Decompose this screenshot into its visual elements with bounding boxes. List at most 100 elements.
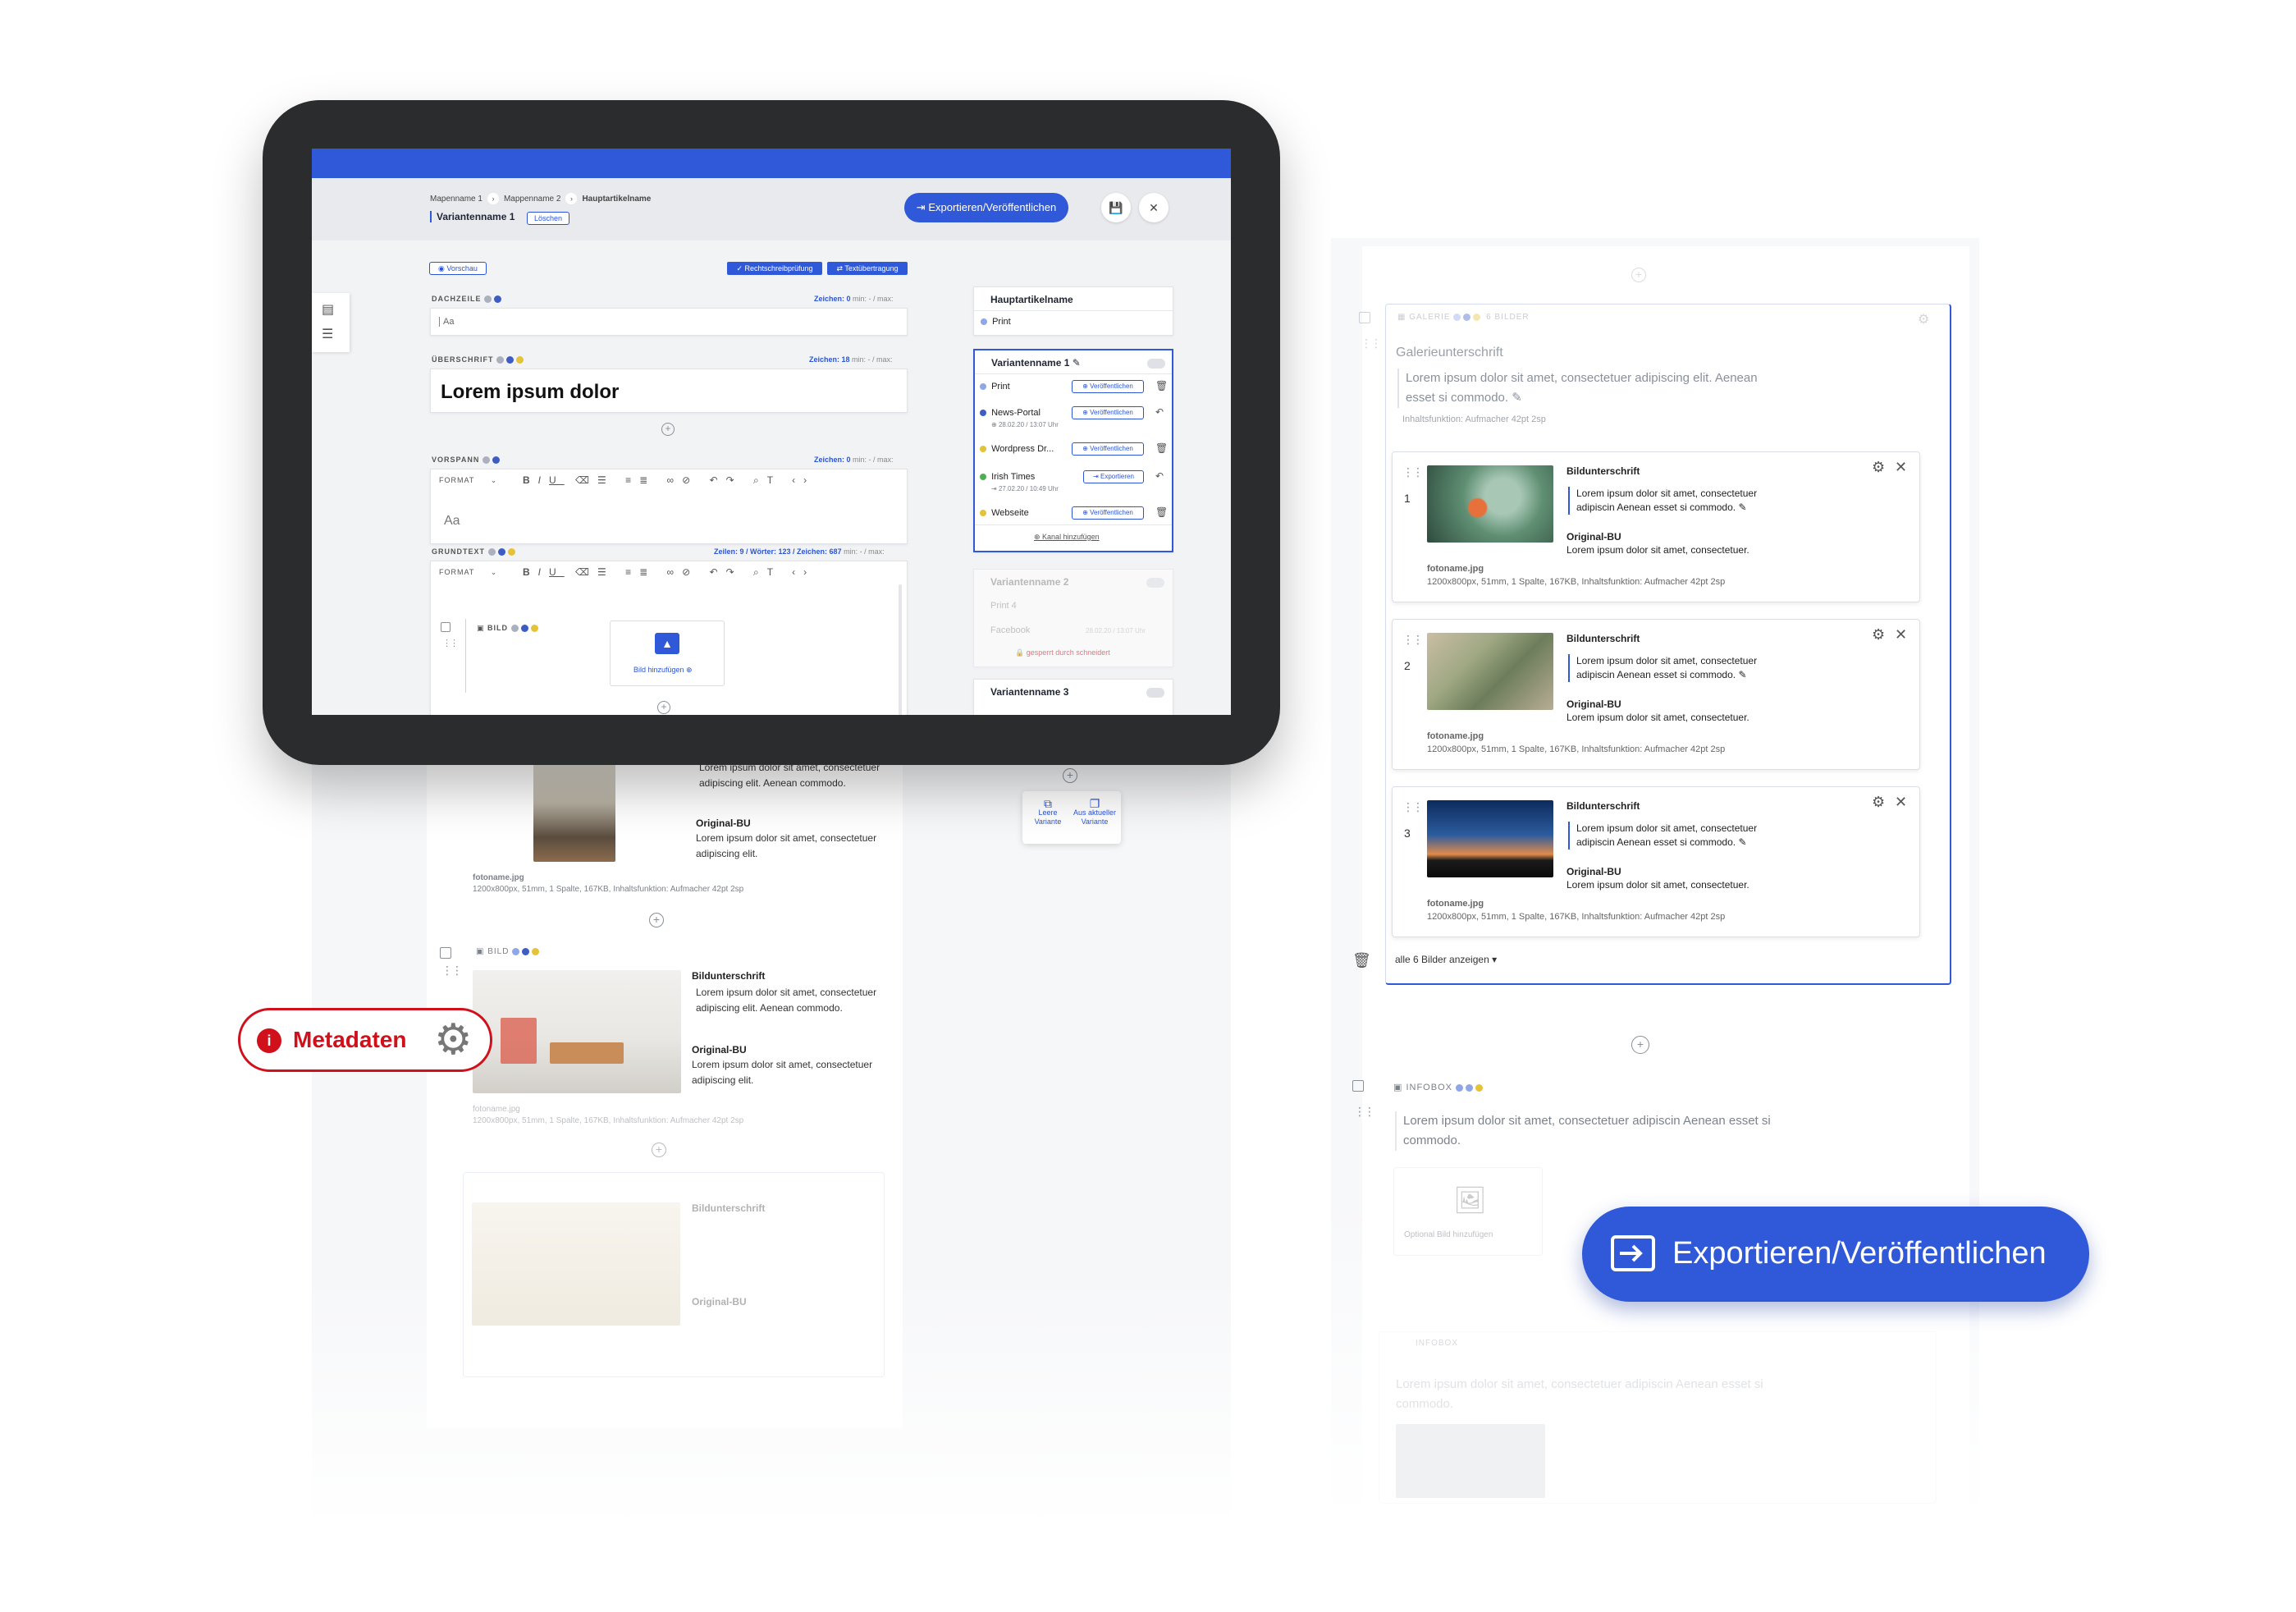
drag-handle-icon[interactable]: ⋮⋮ xyxy=(1354,1106,1375,1117)
add-field-icon[interactable]: + xyxy=(661,423,675,436)
channel-wordpress[interactable]: Wordpress Dr... xyxy=(980,444,1054,454)
trash-icon[interactable]: 🗑 xyxy=(1155,506,1168,518)
publish-button[interactable]: ⊕ Veröffentlichen xyxy=(1072,380,1144,393)
variant2-channel-facebook[interactable]: Facebook xyxy=(990,625,1030,635)
bullet-list-icon[interactable]: ≡ xyxy=(625,566,639,578)
settings-gear-icon[interactable]: ⚙ xyxy=(1872,794,1885,811)
dachzeile-input[interactable]: Aa xyxy=(430,308,908,336)
text-size-icon[interactable]: T xyxy=(767,566,781,578)
undo-icon[interactable]: ↶ xyxy=(710,474,726,486)
drag-handle-icon[interactable]: ⋮⋮ xyxy=(441,964,463,976)
underline-icon[interactable]: U xyxy=(549,474,565,486)
edit-pencil-icon[interactable]: ✎ xyxy=(1738,836,1746,848)
rich-text-toolbar[interactable]: BIU ⌫☰ ≡≣ ∞⊘ ↶↷ ⌕T ‹› xyxy=(523,566,815,579)
drag-handle-icon[interactable]: ⋮⋮ xyxy=(1361,337,1382,349)
delete-variant-button[interactable]: Löschen xyxy=(527,212,569,225)
publish-button[interactable]: ⊕ Veröffentlichen xyxy=(1072,442,1144,456)
undo-icon[interactable]: ↶ xyxy=(1155,406,1164,418)
spellcheck-button[interactable]: ✓ Rechtschreibprüfung xyxy=(727,262,822,275)
gallery-settings-icon[interactable]: ⚙ xyxy=(1918,311,1929,327)
gallery-trash-icon[interactable]: 🗑 xyxy=(1352,952,1371,969)
bold-icon[interactable]: B xyxy=(523,566,538,578)
variant1-title[interactable]: Variantenname 1 ✎ xyxy=(991,357,1081,369)
link-icon[interactable]: ∞ xyxy=(667,566,683,578)
redo-icon[interactable]: ↷ xyxy=(726,566,743,578)
empty-variant-option[interactable]: ⧉ Leere Variante xyxy=(1027,798,1068,827)
drag-handle-icon[interactable]: ⋮⋮ xyxy=(1402,466,1424,478)
breadcrumb-item[interactable]: Mappenname 2 xyxy=(504,195,561,204)
edit-pencil-icon[interactable]: ✎ xyxy=(1512,391,1522,405)
scrollbar[interactable] xyxy=(899,584,902,715)
variant2-channel-print[interactable]: Print 4 xyxy=(990,601,1017,611)
main-channel-print[interactable]: Print xyxy=(981,317,1011,327)
format-dropdown[interactable]: FORMAT ⌄ xyxy=(439,568,497,577)
italic-icon[interactable]: I xyxy=(538,566,549,578)
unlink-icon[interactable]: ⊘ xyxy=(682,566,698,578)
bg-block-checkbox[interactable] xyxy=(440,947,451,959)
bullet-list-icon[interactable]: ≡ xyxy=(625,474,639,486)
variant1-toggle[interactable] xyxy=(1147,359,1165,369)
edit-pencil-icon[interactable]: ✎ xyxy=(1073,357,1081,369)
publish-button[interactable]: ⊕ Veröffentlichen xyxy=(1072,406,1144,419)
text-transfer-button[interactable]: ⇄ Textübertragung xyxy=(827,262,908,275)
add-block-icon[interactable]: + xyxy=(1631,268,1646,282)
list-icon[interactable]: ☰ xyxy=(597,474,615,486)
rich-text-toolbar[interactable]: BIU ⌫☰ ≡≣ ∞⊘ ↶↷ ⌕T ‹› xyxy=(523,474,815,487)
code-icon[interactable]: ‹› xyxy=(792,474,815,486)
save-button[interactable]: 💾 xyxy=(1101,193,1131,222)
link-icon[interactable]: ∞ xyxy=(667,474,683,486)
clear-format-icon[interactable]: ⌫ xyxy=(575,566,597,578)
preview-button[interactable]: ◉ Vorschau xyxy=(429,262,487,275)
add-block-icon[interactable]: + xyxy=(652,1143,666,1157)
list-icon[interactable]: ☰ xyxy=(597,566,615,578)
variant2-title[interactable]: Variantenname 2 xyxy=(990,576,1068,588)
channel-print[interactable]: Print xyxy=(980,382,1010,392)
gallery-checkbox[interactable] xyxy=(1359,312,1370,323)
close-icon[interactable]: ✕ xyxy=(1895,794,1907,811)
add-block-icon[interactable]: + xyxy=(649,913,664,927)
underline-icon[interactable]: U xyxy=(549,566,565,578)
vorspann-editor[interactable]: FORMAT ⌄ BIU ⌫☰ ≡≣ ∞⊘ ↶↷ ⌕T ‹› Aa xyxy=(430,469,908,544)
channel-irish-times[interactable]: Irish Times xyxy=(980,472,1035,482)
search-icon[interactable]: ⌕ xyxy=(753,474,767,486)
undo-icon[interactable]: ↶ xyxy=(1155,470,1164,482)
variant3-title[interactable]: Variantenname 3 xyxy=(990,686,1068,698)
settings-gear-icon[interactable]: ⚙ xyxy=(1872,626,1885,643)
clear-format-icon[interactable]: ⌫ xyxy=(575,474,597,486)
export-button[interactable]: ⇥ Exportieren xyxy=(1083,470,1144,483)
channel-news-portal[interactable]: News-Portal xyxy=(980,408,1041,418)
close-button[interactable]: ✕ xyxy=(1139,193,1169,222)
structure-icon[interactable]: ☰ xyxy=(322,326,333,342)
edit-pencil-icon[interactable]: ✎ xyxy=(1738,669,1746,680)
grundtext-editor[interactable]: FORMAT ⌄ BIU ⌫☰ ≡≣ ∞⊘ ↶↷ ⌕T ‹› ⋮⋮ ▣ BILD… xyxy=(430,561,908,715)
add-block-icon[interactable]: + xyxy=(657,701,670,714)
variant2-toggle[interactable] xyxy=(1146,578,1164,588)
number-list-icon[interactable]: ≣ xyxy=(639,566,656,578)
code-icon[interactable]: ‹› xyxy=(792,566,815,578)
breadcrumb-item[interactable]: Mapenname 1 xyxy=(430,195,483,204)
bold-icon[interactable]: B xyxy=(523,474,538,486)
ueberschrift-input[interactable]: Lorem ipsum dolor xyxy=(430,369,908,413)
drag-handle-icon[interactable]: ⋮⋮ xyxy=(1402,634,1424,645)
number-list-icon[interactable]: ≣ xyxy=(639,474,656,486)
infobox-checkbox[interactable] xyxy=(1352,1080,1364,1092)
text-size-icon[interactable]: T xyxy=(767,474,781,486)
export-publish-button[interactable]: ⇥ Exportieren/Veröffentlichen xyxy=(904,193,1068,222)
add-channel-link[interactable]: ⊕ Kanal hinzufügen xyxy=(1034,533,1100,542)
infobox-image-placeholder[interactable]: 🖼 Optional Bild hinzufügen xyxy=(1393,1167,1543,1256)
media-library-icon[interactable]: ▤ xyxy=(322,301,334,318)
export-publish-callout[interactable]: Exportieren/Veröffentlichen xyxy=(1582,1207,2089,1302)
trash-icon[interactable]: 🗑 xyxy=(1155,442,1168,454)
bild-checkbox[interactable] xyxy=(441,622,451,632)
variant3-toggle[interactable] xyxy=(1146,688,1164,698)
edit-pencil-icon[interactable]: ✎ xyxy=(1738,501,1746,513)
copy-variant-option[interactable]: ❐ Aus aktueller Variante xyxy=(1072,798,1118,827)
variant-title[interactable]: Variantenname 1 xyxy=(430,211,515,222)
close-icon[interactable]: ✕ xyxy=(1895,626,1907,643)
trash-icon[interactable]: 🗑 xyxy=(1155,380,1168,392)
show-all-images-link[interactable]: alle 6 Bilder anzeigen ▾ xyxy=(1395,954,1497,965)
close-icon[interactable]: ✕ xyxy=(1895,459,1907,476)
italic-icon[interactable]: I xyxy=(538,474,549,486)
add-variant-icon[interactable]: + xyxy=(1063,768,1077,783)
drag-handle-icon[interactable]: ⋮⋮ xyxy=(442,639,459,648)
